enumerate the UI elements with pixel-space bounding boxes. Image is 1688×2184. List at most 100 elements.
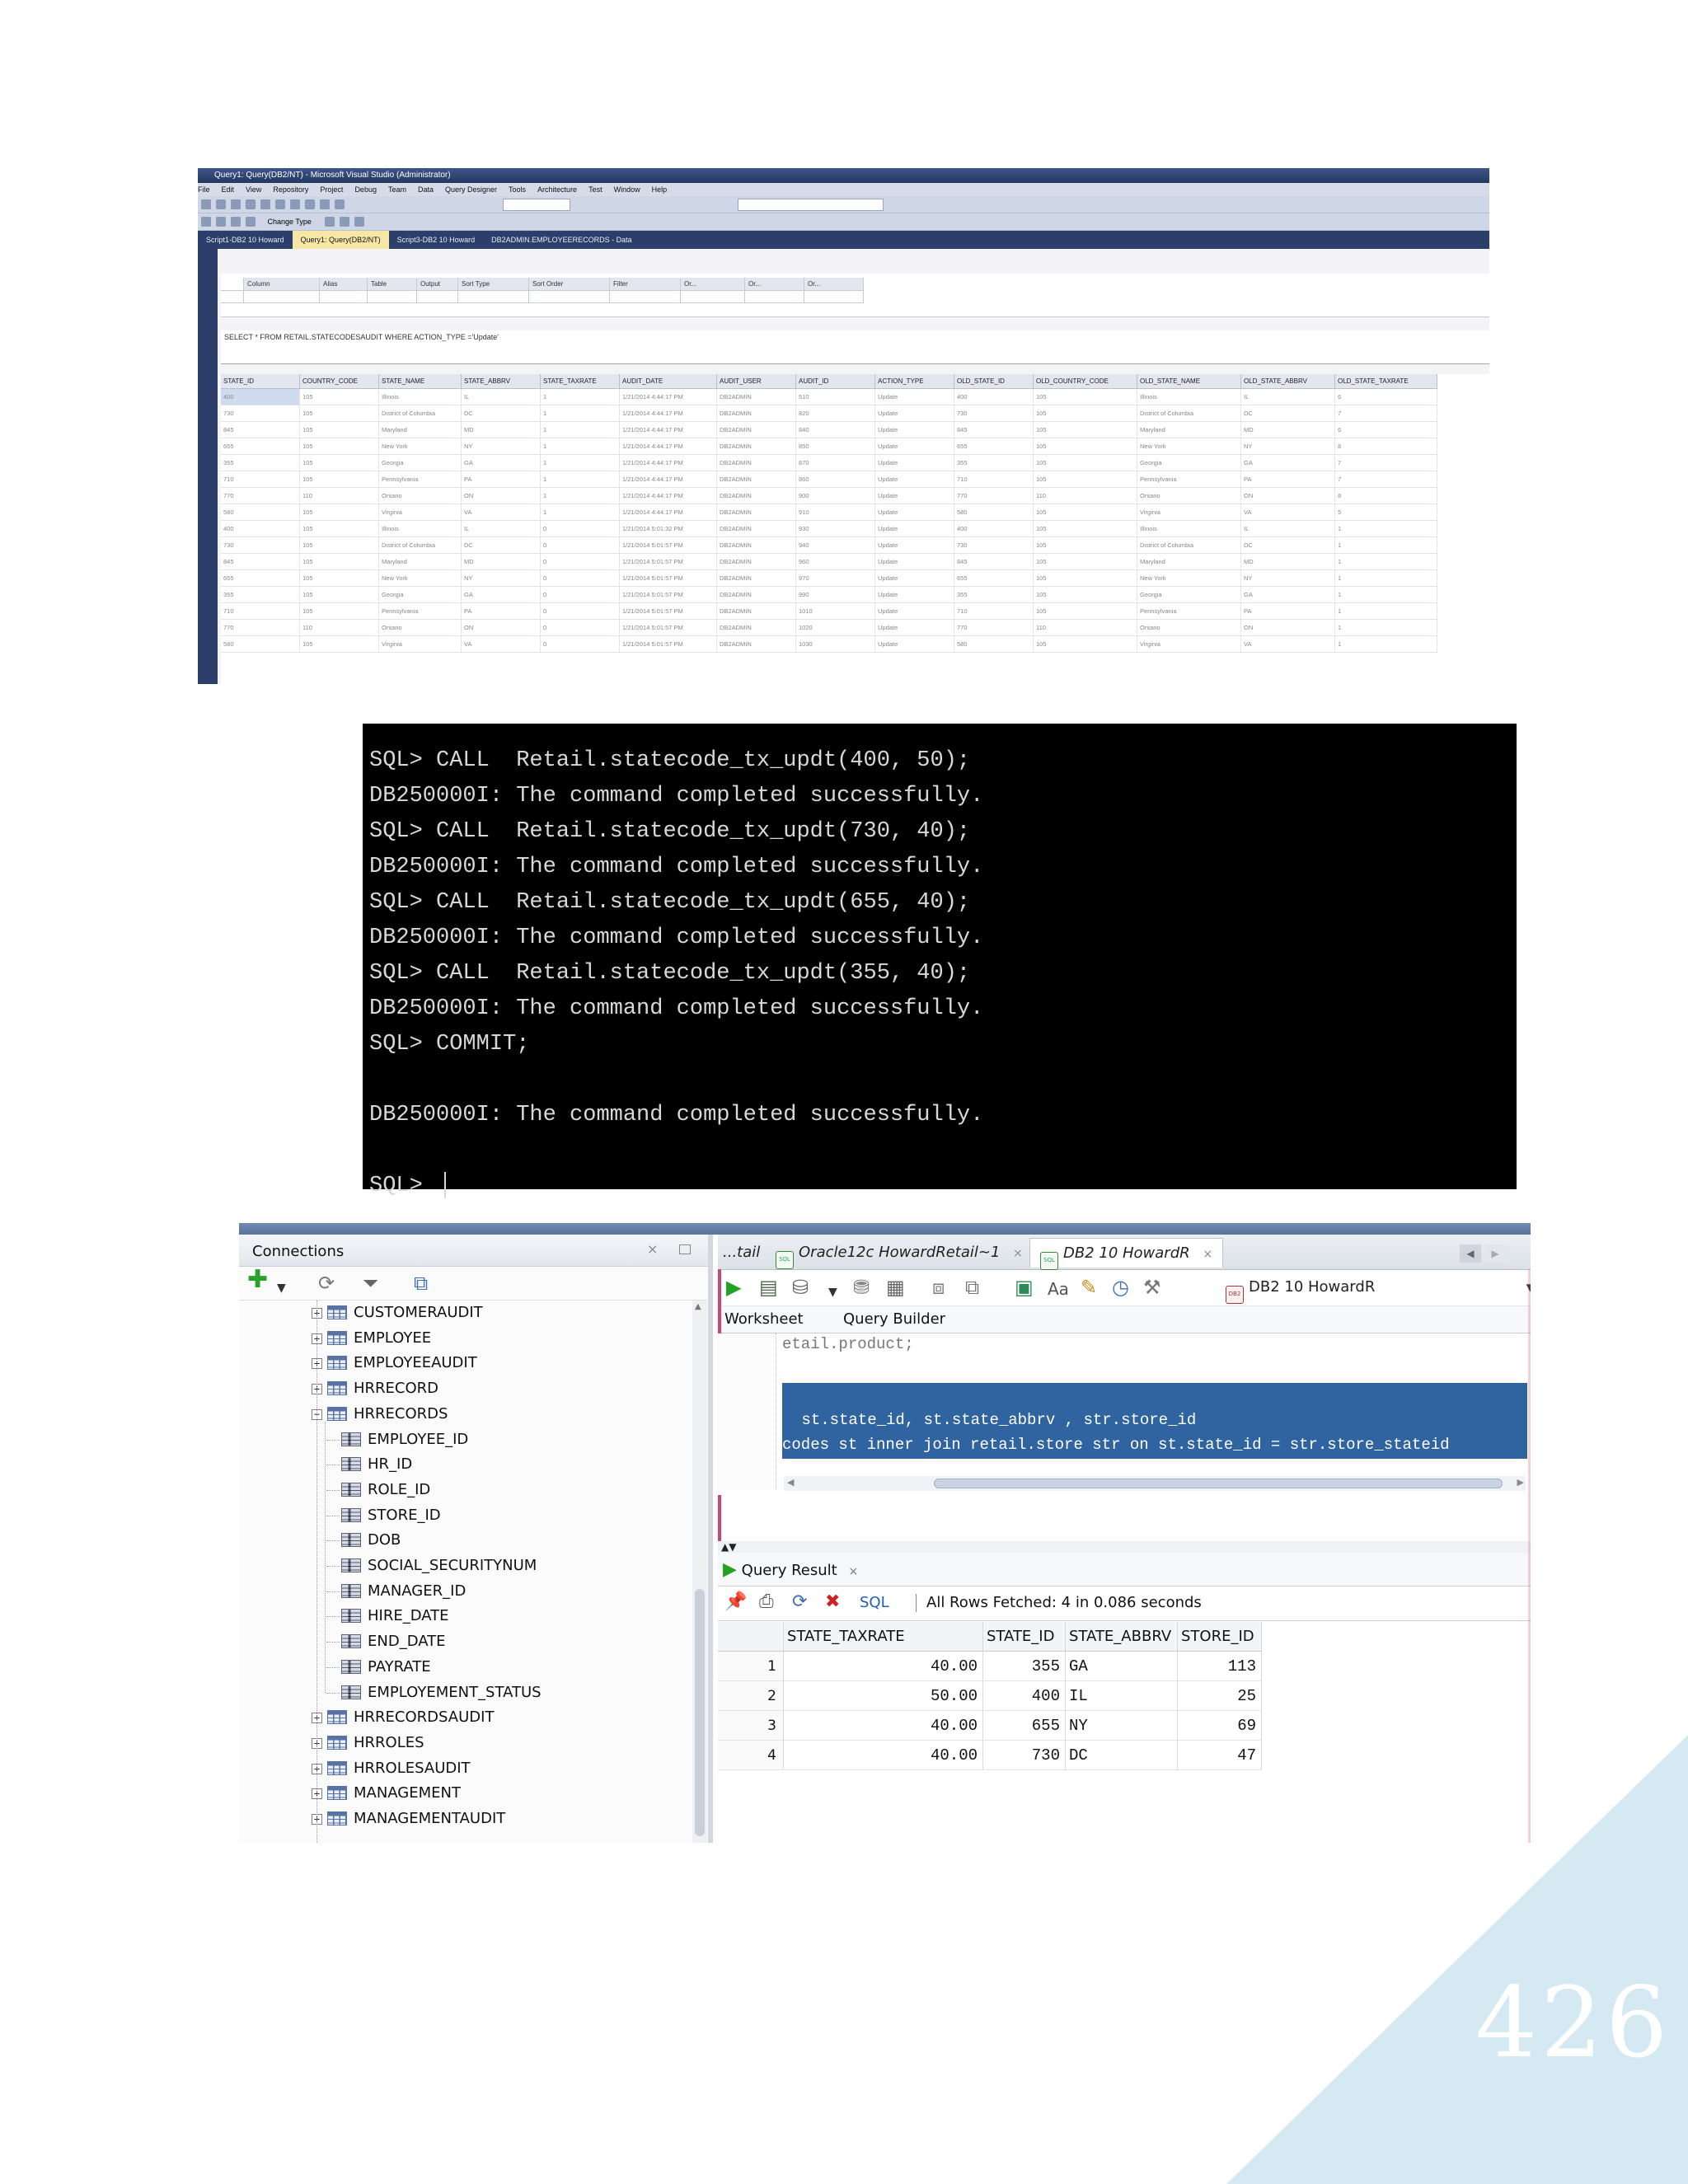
- vs-result-cell[interactable]: 105: [300, 389, 379, 405]
- tree-column-item[interactable]: EMPLOYEMENT_STATUS: [326, 1680, 542, 1705]
- table-row[interactable]: 770 110 Ontario ON 1 1/21/2014 4:44:17 PM DB2A…: [221, 488, 1437, 504]
- vs-result-cell[interactable]: 105: [300, 422, 379, 438]
- autotrace-icon[interactable]: ⧈: [932, 1277, 945, 1297]
- vs-result-cell[interactable]: 845: [954, 554, 1034, 570]
- vs-result-cell[interactable]: DB2ADMIN: [717, 488, 796, 504]
- copy-icon[interactable]: [275, 199, 285, 209]
- table-row[interactable]: 1 40.00 355 GA 113: [718, 1652, 1262, 1681]
- vs-result-cell[interactable]: DB2ADMIN: [717, 636, 796, 653]
- show-criteria-icon[interactable]: [216, 217, 226, 227]
- vs-result-cell[interactable]: 1020: [796, 620, 875, 636]
- vs-result-cell[interactable]: IL: [1241, 521, 1335, 537]
- vs-result-cell[interactable]: DB2ADMIN: [717, 521, 796, 537]
- vs-result-cell[interactable]: PA: [1241, 471, 1335, 488]
- vs-result-cell[interactable]: 105: [1034, 537, 1137, 554]
- scroll-right-icon[interactable]: ▶: [1517, 1477, 1524, 1488]
- vs-doc-tab[interactable]: Query1: Query(DB2/NT): [292, 231, 389, 249]
- menu-item-repository[interactable]: Repository: [273, 185, 308, 194]
- rollback-icon[interactable]: ⛃: [853, 1277, 870, 1297]
- table-row[interactable]: 2 50.00 400 IL 25: [718, 1681, 1262, 1711]
- menu-item-file[interactable]: File: [198, 185, 210, 194]
- scroll-thumb[interactable]: [695, 1589, 705, 1836]
- table-row[interactable]: 355 105 Georgia GA 1 1/21/2014 4:44:17 PM DB2A…: [221, 455, 1437, 471]
- vs-result-cell[interactable]: Virginia: [1137, 504, 1241, 521]
- table-row[interactable]: 400 105 Illinois IL 1 1/21/2014 4:44:17 PM DB2…: [221, 389, 1437, 405]
- vs-result-cell[interactable]: 105: [300, 504, 379, 521]
- editor-horizontal-scrollbar[interactable]: ◀ ▶: [784, 1476, 1526, 1491]
- table-row[interactable]: 580 105 Virginia VA 1 1/21/2014 4:44:17 PM DB2…: [221, 504, 1437, 521]
- vs-result-cell[interactable]: 105: [1034, 570, 1137, 587]
- table-row[interactable]: 730 105 District of Columbia DC 0 1/21/2014 5…: [221, 537, 1437, 554]
- vs-result-cell[interactable]: 1/21/2014 5:01:57 PM: [620, 554, 717, 570]
- vs-result-cell[interactable]: Update: [875, 620, 954, 636]
- table-row[interactable]: 845 105 Maryland MD 1 1/21/2014 4:44:17 PM DB2…: [221, 422, 1437, 438]
- vs-result-cell[interactable]: New York: [379, 438, 462, 455]
- tab-worksheet[interactable]: Worksheet: [724, 1306, 804, 1333]
- vs-result-cell[interactable]: 1: [1335, 554, 1437, 570]
- vs-result-cell[interactable]: 0: [541, 587, 620, 603]
- vs-doc-tab[interactable]: Script1-DB2 10 Howard: [198, 231, 293, 249]
- vs-result-cell[interactable]: 105: [1034, 521, 1137, 537]
- add-connection-icon[interactable]: ✚: [247, 1268, 268, 1292]
- criteria-cell[interactable]: [681, 290, 745, 303]
- vs-result-cell[interactable]: 7: [1335, 455, 1437, 471]
- vs-result-cell[interactable]: 960: [796, 554, 875, 570]
- vs-result-cell[interactable]: 1010: [796, 603, 875, 620]
- vs-result-cell[interactable]: 400: [954, 389, 1034, 405]
- vs-result-cell[interactable]: DB2ADMIN: [717, 620, 796, 636]
- vs-result-cell[interactable]: Pennsylvania: [1137, 603, 1241, 620]
- table-row[interactable]: 355 105 Georgia GA 0 1/21/2014 5:01:57 PM DB2A…: [221, 587, 1437, 603]
- vs-result-cell[interactable]: District of Columbia: [379, 537, 462, 554]
- vs-result-cell[interactable]: 1: [1335, 570, 1437, 587]
- vs-result-cell[interactable]: 105: [1034, 405, 1137, 422]
- vs-result-cell[interactable]: 1: [541, 504, 620, 521]
- table-row[interactable]: 770 110 Ontario ON 0 1/21/2014 5:01:57 PM DB2A…: [221, 620, 1437, 636]
- collapse-icon[interactable]: ▲▼: [721, 1542, 736, 1552]
- chevron-down-icon[interactable]: ▼: [277, 1278, 286, 1298]
- menu-item-data[interactable]: Data: [418, 185, 434, 194]
- vs-result-cell[interactable]: PA: [462, 471, 541, 488]
- vs-result-cell[interactable]: Ontario: [1137, 488, 1241, 504]
- result-cell[interactable]: 113: [1178, 1652, 1262, 1681]
- vs-result-cell[interactable]: Update: [875, 570, 954, 587]
- vs-result-cell[interactable]: Georgia: [379, 587, 462, 603]
- vs-result-cell[interactable]: Update: [875, 422, 954, 438]
- vs-result-cell[interactable]: Illinois: [379, 521, 462, 537]
- vs-doc-tab[interactable]: DB2ADMIN.EMPLOYEERECORDS - Data: [483, 231, 640, 249]
- vs-result-cell[interactable]: 710: [954, 603, 1034, 620]
- result-cell[interactable]: 40.00: [784, 1711, 983, 1741]
- vs-result-cell[interactable]: Pennsylvania: [1137, 471, 1241, 488]
- vs-result-cell[interactable]: Pennsylvania: [379, 471, 462, 488]
- vs-result-cell[interactable]: 1030: [796, 636, 875, 653]
- vs-result-cell[interactable]: 355: [954, 587, 1034, 603]
- vs-result-cell[interactable]: DB2ADMIN: [717, 554, 796, 570]
- vs-result-cell[interactable]: MD: [1241, 422, 1335, 438]
- menu-item-edit[interactable]: Edit: [222, 185, 235, 194]
- vs-result-cell[interactable]: 770: [221, 620, 300, 636]
- pane-splitter[interactable]: ▲▼: [718, 1541, 1531, 1553]
- vs-find-combo[interactable]: [738, 199, 884, 211]
- vs-result-cell[interactable]: 1/21/2014 5:01:57 PM: [620, 587, 717, 603]
- tree-table-item[interactable]: + HRROLESAUDIT: [312, 1756, 471, 1781]
- vs-result-cell[interactable]: 940: [796, 537, 875, 554]
- vs-result-cell[interactable]: DB2ADMIN: [717, 389, 796, 405]
- vs-result-cell[interactable]: 900: [796, 488, 875, 504]
- scroll-tabs-right-icon[interactable]: ▶: [1484, 1244, 1506, 1263]
- vs-result-cell[interactable]: DB2ADMIN: [717, 603, 796, 620]
- vs-result-cell[interactable]: 110: [300, 620, 379, 636]
- vs-result-cell[interactable]: Update: [875, 504, 954, 521]
- table-row[interactable]: 580 105 Virginia VA 0 1/21/2014 5:01:57 PM DB2…: [221, 636, 1437, 653]
- vs-result-cell[interactable]: 110: [300, 488, 379, 504]
- vs-result-cell[interactable]: DC: [462, 537, 541, 554]
- vs-result-cell[interactable]: 730: [954, 405, 1034, 422]
- vs-result-cell[interactable]: Georgia: [1137, 587, 1241, 603]
- result-cell[interactable]: 40.00: [784, 1652, 983, 1681]
- cancel-icon[interactable]: ✖: [825, 1593, 840, 1611]
- tree-column-item[interactable]: ROLE_ID: [326, 1478, 430, 1502]
- vs-result-cell[interactable]: 1/21/2014 4:44:17 PM: [620, 471, 717, 488]
- vs-result-cell[interactable]: 110: [1034, 488, 1137, 504]
- show-diagram-icon[interactable]: [201, 217, 211, 227]
- vs-result-cell[interactable]: PA: [462, 603, 541, 620]
- vs-result-cell[interactable]: Update: [875, 389, 954, 405]
- table-row[interactable]: 710 105 Pennsylvania PA 1 1/21/2014 4:44:17 P…: [221, 471, 1437, 488]
